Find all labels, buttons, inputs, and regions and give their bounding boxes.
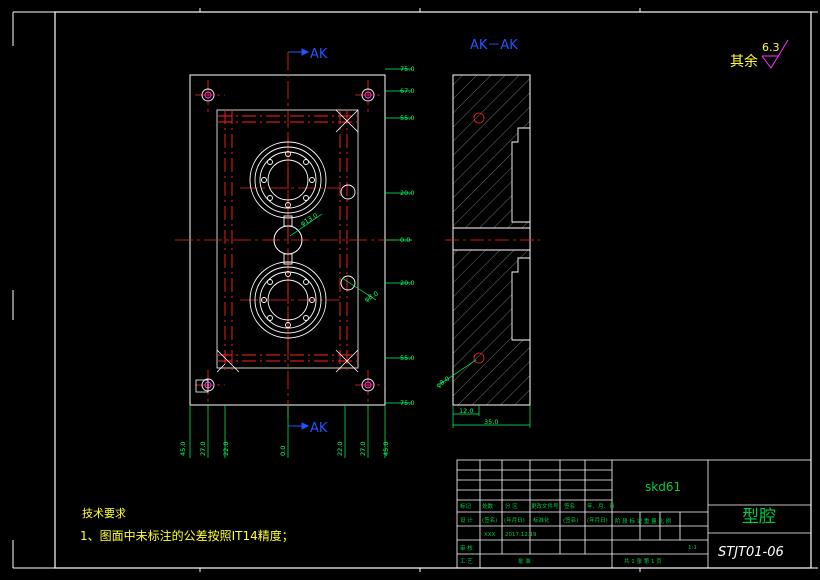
tb-part-name: 型腔 — [742, 507, 776, 527]
tb-row2-4: (签名) — [563, 516, 578, 524]
mold-plate-inner — [216, 109, 359, 369]
tb-row2-1: (签名) — [482, 516, 497, 524]
tb-material: skd61 — [645, 480, 681, 494]
dim-hole-diameter: φ8.0 — [363, 289, 380, 303]
tech-line-1: 1、图面中未标注的公差按照IT14精度； — [80, 528, 294, 543]
tb-stage-labels: 阶 段 标 记 重 量 比 例 — [615, 517, 672, 525]
dim-bottom-5: 27.0 — [359, 442, 367, 456]
dim-section-hole: φ8.0 — [435, 375, 452, 390]
dim-right-3: 20.0 — [400, 189, 414, 197]
dim-bottom-3: 0.0 — [279, 446, 287, 456]
cad-drawing-canvas: AK AK 75.0 67.0 55.0 20.0 0.0 20.0 55.0 … — [12, 8, 818, 572]
plan-view: AK AK 75.0 67.0 55.0 20.0 0.0 20.0 55.0 … — [175, 47, 414, 458]
roughness-prefix: 其余 — [730, 53, 758, 70]
tech-heading: 技术要求 — [82, 507, 126, 520]
dim-right-2: 55.0 — [400, 114, 414, 122]
tb-designer: XXX — [484, 532, 496, 538]
section-title: AK－AK — [470, 38, 518, 53]
tb-drawing-no: STJT01-06 — [718, 545, 784, 560]
section-mark-bottom: AK — [310, 421, 328, 436]
tb-label-0: 标记 — [460, 502, 472, 510]
dim-bottom-1: 27.0 — [199, 442, 207, 456]
dim-gate-diameter: φ13.0 — [299, 211, 319, 227]
drawing-frame — [12, 8, 818, 572]
tb-row2-2: (年月日) — [504, 516, 525, 524]
dim-section-small: 12.0 — [459, 407, 473, 415]
dim-right-5: 20.0 — [400, 279, 414, 287]
dim-section-width: 35.0 — [484, 418, 498, 426]
tb-process: 工 艺 — [460, 558, 473, 565]
dim-right-0: 75.0 — [400, 65, 414, 73]
tb-review: 审 核 — [460, 544, 473, 552]
dim-right-6: 55.0 — [400, 354, 414, 362]
tb-row2-5: (年月日) — [587, 516, 608, 524]
tb-label-4: 签名 — [564, 502, 575, 510]
dim-bottom-4: 22.0 — [336, 442, 344, 456]
tb-approve: 批 准 — [518, 557, 531, 565]
roughness-note: 其余 6.3 — [730, 39, 789, 70]
section-view: φ8.0 12.0 35.0 AK－AK — [435, 38, 540, 428]
tb-row2-3: 标准化 — [533, 516, 550, 524]
tb-scale: 1:1 — [688, 545, 697, 551]
dim-bottom-0: 45.0 — [179, 442, 187, 456]
tb-label-2: 分 区 — [505, 502, 518, 510]
tb-sheets: 共 1 张 第 1 页 — [624, 557, 662, 565]
roughness-value: 6.3 — [762, 41, 780, 54]
tb-label-1: 处数 — [482, 502, 494, 510]
dim-right-1: 67.0 — [400, 87, 414, 95]
tb-label-5: 年、月、日 — [587, 502, 615, 510]
dim-bottom-6: 45.0 — [382, 442, 390, 456]
tb-row2-0: 设 计 — [460, 516, 473, 524]
dim-right-4: 0.0 — [400, 236, 410, 244]
tb-label-3: 更改文件号 — [531, 502, 559, 510]
tb-date: 2017.12.19 — [505, 532, 537, 538]
dim-right-7: 75.0 — [400, 399, 414, 407]
section-mark-top: AK — [310, 47, 328, 62]
dim-bottom-2: 22.0 — [222, 442, 230, 456]
